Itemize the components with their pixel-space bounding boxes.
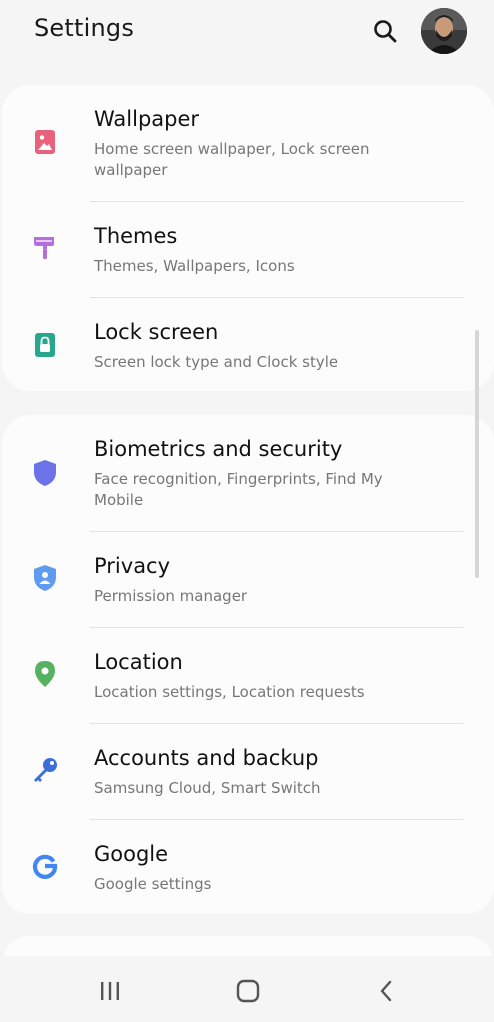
home-icon (236, 979, 260, 1003)
shield-icon (30, 458, 60, 488)
settings-item-label: Lock screen (94, 320, 219, 344)
settings-item-label: Accounts and backup (94, 746, 319, 770)
scrollbar[interactable] (475, 330, 479, 578)
settings-item-subtitle: Samsung Cloud, Smart Switch (94, 779, 321, 797)
lock-icon (30, 330, 60, 360)
recent-apps-icon (101, 982, 119, 1000)
app-header: Settings (0, 0, 494, 70)
settings-item-subtitle: Screen lock type and Clock style (94, 353, 339, 371)
settings-item-google[interactable]: Google Google settings (2, 820, 494, 914)
search-button[interactable] (368, 14, 402, 48)
settings-group-security: Biometrics and security Face recognition… (2, 415, 494, 914)
settings-item-subtitle: Face recognition, Fingerprints, Find My … (94, 470, 383, 509)
home-button[interactable] (228, 976, 268, 1006)
settings-item-lock-screen[interactable]: Lock screen Screen lock type and Clock s… (2, 298, 494, 391)
settings-item-label: Wallpaper (94, 107, 200, 131)
wallpaper-icon (30, 127, 60, 157)
settings-item-label: Themes (94, 224, 178, 248)
avatar-photo (421, 8, 467, 54)
settings-item-location[interactable]: Location Location settings, Location req… (2, 628, 494, 723)
recent-apps-button[interactable] (90, 976, 130, 1006)
search-icon (374, 20, 397, 43)
settings-group-personalization: Wallpaper Home screen wallpaper, Lock sc… (2, 85, 494, 391)
location-pin-icon (30, 659, 60, 689)
settings-item-accounts-backup[interactable]: Accounts and backup Samsung Cloud, Smart… (2, 724, 494, 819)
settings-item-label: Location (94, 650, 183, 674)
settings-item-label: Privacy (94, 554, 171, 578)
avatar[interactable] (421, 8, 467, 54)
back-icon (380, 980, 392, 1002)
page-title: Settings (34, 14, 135, 42)
settings-item-label: Biometrics and security (94, 437, 343, 461)
settings-item-subtitle: Home screen wallpaper, Lock screen wallp… (94, 140, 370, 179)
privacy-shield-icon (30, 563, 60, 593)
settings-item-subtitle: Permission manager (94, 587, 248, 605)
back-button[interactable] (366, 976, 406, 1006)
settings-item-themes[interactable]: Themes Themes, Wallpapers, Icons (2, 202, 494, 297)
google-icon (30, 851, 60, 881)
settings-item-label: Google (94, 842, 169, 866)
navigation-bar (0, 956, 494, 1022)
settings-item-subtitle: Location settings, Location requests (94, 683, 365, 701)
settings-item-subtitle: Themes, Wallpapers, Icons (94, 257, 295, 275)
themes-brush-icon (30, 232, 60, 262)
key-icon (30, 755, 60, 785)
settings-item-subtitle: Google settings (94, 875, 212, 893)
settings-item-wallpaper[interactable]: Wallpaper Home screen wallpaper, Lock sc… (2, 85, 494, 201)
settings-item-privacy[interactable]: Privacy Permission manager (2, 532, 494, 627)
settings-item-biometrics[interactable]: Biometrics and security Face recognition… (2, 415, 494, 531)
